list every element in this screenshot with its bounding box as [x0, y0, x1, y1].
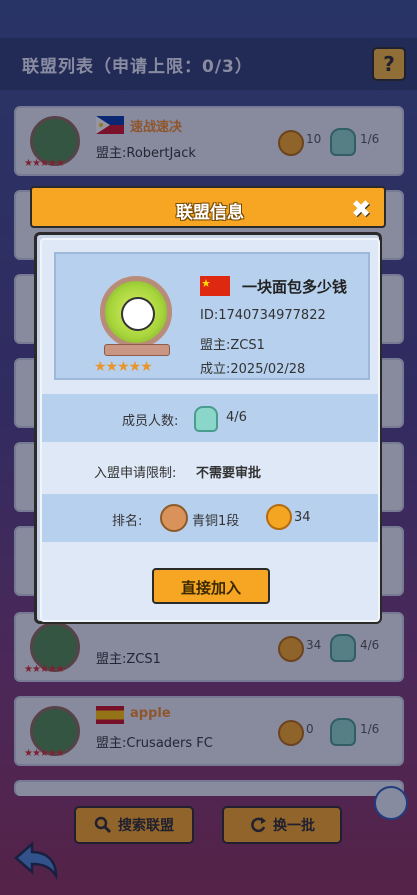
medal-icon [266, 504, 292, 530]
dialog-header: 联盟信息 ✖ [30, 186, 386, 228]
medal-icon [278, 720, 304, 746]
union-members: 1/6 [360, 722, 380, 736]
header-bar: 联盟列表（申请上限：0/3） ? [0, 38, 417, 90]
union-members: 1/6 [360, 132, 380, 146]
union-summary: ★★★★★ 一块面包多少钱 ID:1740734977822 盟主:ZCS1 成… [54, 252, 370, 380]
close-button[interactable]: ✖ [348, 196, 374, 222]
star-rating: ★★★★★ [94, 359, 153, 375]
star-rating: ★★★★★ [24, 664, 65, 675]
refresh-icon [249, 816, 267, 834]
rank-points: 34 [294, 510, 311, 525]
emblem-ribbon [104, 344, 170, 356]
union-rank: 10 [306, 132, 322, 146]
join-limit-label: 入盟申请限制: [94, 466, 177, 481]
help-button[interactable]: ? [372, 47, 406, 81]
dialog-title: 联盟信息 [176, 203, 244, 223]
spain-flag-icon [96, 706, 124, 724]
bronze-rank-icon [160, 504, 188, 532]
union-rank: 34 [306, 638, 322, 652]
list-item[interactable] [14, 780, 404, 796]
search-union-button[interactable]: 搜索联盟 [74, 806, 194, 844]
ghost-icon [194, 406, 218, 432]
join-limit-row: 入盟申请限制: 不需要审批 [42, 444, 378, 492]
union-leader: 盟主:RobertJack [96, 146, 196, 161]
union-id: ID:1740734977822 [200, 308, 326, 323]
union-name: 一块面包多少钱 [242, 278, 348, 296]
refresh-button[interactable]: 换一批 [222, 806, 342, 844]
union-rank: 0 [306, 722, 314, 736]
list-item[interactable]: ★★★★★ 速战速决 盟主:RobertJack 10 1/6 [14, 106, 404, 176]
back-button[interactable] [12, 838, 62, 882]
stopwatch-icon[interactable] [374, 786, 408, 820]
list-item[interactable]: ★★★★★ apple 盟主:Crusaders FC 0 1/6 [14, 696, 404, 766]
ghost-icon [330, 634, 356, 662]
medal-icon [278, 130, 304, 156]
ghost-icon [330, 718, 356, 746]
members-value: 4/6 [226, 410, 247, 425]
union-emblem-icon [100, 276, 172, 348]
search-union-label: 搜索联盟 [118, 818, 174, 834]
dialog-body: ★★★★★ 一块面包多少钱 ID:1740734977822 盟主:ZCS1 成… [34, 232, 382, 624]
page-title: 联盟列表（申请上限：0/3） [22, 57, 253, 77]
ghost-icon [330, 128, 356, 156]
medal-icon [278, 636, 304, 662]
back-arrow-icon [14, 841, 58, 881]
union-founded-date: 成立:2025/02/28 [200, 362, 306, 377]
china-flag-icon [200, 276, 230, 296]
union-members: 4/6 [360, 638, 380, 652]
star-rating: ★★★★★ [24, 748, 65, 759]
members-row: 成员人数: 4/6 [42, 394, 378, 442]
soccer-ball-icon [121, 297, 155, 331]
union-leader: 盟主:Crusaders FC [96, 736, 213, 751]
union-name: apple [130, 706, 171, 721]
union-info-dialog: 联盟信息 ✖ ★★★★★ 一块面包多少钱 ID:1740734977822 盟主… [30, 186, 386, 634]
members-label: 成员人数: [122, 414, 179, 429]
ranking-row: 排名: 青铜1段 34 [42, 494, 378, 542]
rank-tier: 青铜1段 [192, 514, 240, 529]
ranking-label: 排名: [112, 514, 143, 529]
dialog-content: ★★★★★ 一块面包多少钱 ID:1740734977822 盟主:ZCS1 成… [40, 238, 380, 622]
philippines-flag-icon [96, 116, 124, 134]
search-icon [94, 816, 112, 834]
union-leader: 盟主:ZCS1 [200, 338, 265, 353]
union-name: 速战速决 [130, 120, 183, 135]
union-leader: 盟主:ZCS1 [96, 652, 161, 667]
star-rating: ★★★★★ [24, 158, 65, 169]
join-directly-button[interactable]: 直接加入 [152, 568, 270, 604]
refresh-label: 换一批 [273, 818, 315, 834]
join-limit-value: 不需要审批 [196, 466, 262, 481]
